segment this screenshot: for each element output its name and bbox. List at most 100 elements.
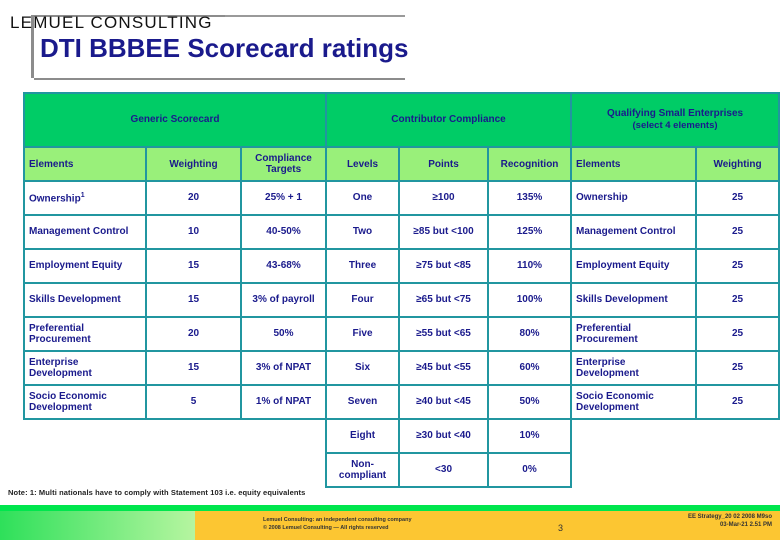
cell-qse-element: Skills Development	[570, 282, 698, 318]
footnote-text: Note: 1: Multi nationals have to comply …	[8, 488, 306, 497]
copyright-line-2: © 2008 Lemuel Consulting — All rights re…	[263, 525, 389, 531]
cell-recognition: 135%	[487, 180, 573, 216]
footnote-marker: 1	[80, 191, 85, 199]
cell-points: ≥75 but <85	[398, 248, 490, 284]
cell-level: Four	[325, 282, 401, 318]
cell-qse-element: Enterprise Development	[570, 350, 698, 386]
cell-weighting: 15	[145, 282, 242, 318]
cell-qse-element: Management Control	[570, 214, 698, 250]
cell-level: Five	[325, 316, 401, 352]
cell-points: ≥100	[398, 180, 490, 216]
cell-generic-element: Ownership1	[23, 180, 147, 216]
cell-weighting: 15	[145, 350, 242, 386]
cell-weighting: 15	[145, 248, 242, 284]
column-header-recognition: Recognition	[487, 146, 573, 182]
cell-spacer	[696, 419, 779, 453]
cell-compliance-target: 25% + 1	[239, 180, 328, 216]
cell-compliance-target: 43-68%	[239, 248, 328, 284]
cell-level: One	[325, 180, 401, 216]
cell-qse-weighting: 25	[695, 384, 780, 420]
group-header-contributor-compliance-label: Contributor Compliance	[391, 114, 506, 126]
cell-compliance-target: 3% of NPAT	[239, 350, 328, 386]
cell-recognition: 125%	[487, 214, 573, 250]
cell-qse-element: Preferential Procurement	[570, 316, 698, 352]
page-title: DTI BBBEE Scorecard ratings	[40, 33, 409, 63]
cell-level: Seven	[325, 384, 401, 420]
cell-generic-element: Preferential Procurement	[23, 316, 147, 352]
slide-number: 3	[558, 523, 564, 533]
cell-weighting: 5	[145, 384, 242, 420]
cell-generic-element: Employment Equity	[23, 248, 147, 284]
cell-qse-weighting: 25	[695, 214, 780, 250]
cell-weighting: 20	[145, 316, 242, 352]
table-row: Enterprise Development 15 3% of NPAT Six…	[23, 350, 780, 386]
cell-qse-weighting: 25	[695, 316, 780, 352]
cell-text: Ownership	[29, 192, 81, 204]
cell-spacer	[571, 419, 696, 453]
cell-generic-element: Management Control	[23, 214, 147, 250]
cell-level: Three	[325, 248, 401, 284]
cell-compliance-target: 40-50%	[239, 214, 328, 250]
cell-recognition: 0%	[487, 452, 573, 488]
column-header-levels: Levels	[325, 146, 401, 182]
cell-qse-element: Employment Equity	[570, 248, 698, 284]
group-header-contributor-compliance: Contributor Compliance	[325, 92, 573, 148]
column-header-row: Elements Weighting Compliance Targets Le…	[23, 146, 780, 182]
cell-qse-weighting: 25	[695, 350, 780, 386]
cell-compliance-target: 3% of payroll	[239, 282, 328, 318]
cell-qse-weighting: 25	[695, 248, 780, 284]
table-row-extra: Non-compliant <30 0%	[24, 452, 779, 488]
cell-recognition: 60%	[487, 350, 573, 386]
footer-logo-band	[0, 511, 195, 540]
column-header-generic-elements: Elements	[23, 146, 147, 182]
cell-spacer	[696, 453, 779, 487]
cell-spacer	[24, 419, 146, 453]
group-header-row: Generic Scorecard Contributor Compliance…	[22, 92, 780, 148]
cell-spacer	[146, 453, 241, 487]
cell-spacer	[241, 453, 326, 487]
cell-level: Six	[325, 350, 401, 386]
table-row: Preferential Procurement 20 50% Five ≥55…	[23, 316, 780, 352]
cell-qse-weighting: 25	[695, 180, 780, 216]
cell-level: Eight	[325, 418, 401, 454]
group-header-qualifying-small-enterprises: Qualifying Small Enterprises (select 4 e…	[570, 92, 780, 148]
table-row-extra: Eight ≥30 but <40 10%	[24, 418, 779, 454]
cell-compliance-target: 50%	[239, 316, 328, 352]
table-row: Socio Economic Development 5 1% of NPAT …	[23, 384, 780, 420]
cell-points: ≥30 but <40	[398, 418, 490, 454]
company-logo-text: LEMUEL CONSULTING	[10, 13, 213, 32]
cell-points: ≥45 but <55	[398, 350, 490, 386]
copyright-line-1: Lemuel Consulting: an independent consul…	[263, 517, 412, 523]
cell-recognition: 100%	[487, 282, 573, 318]
cell-generic-element: Enterprise Development	[23, 350, 147, 386]
column-header-compliance-targets: Compliance Targets	[239, 146, 328, 182]
cell-level: Two	[325, 214, 401, 250]
title-underline	[225, 15, 405, 17]
cell-recognition: 50%	[487, 384, 573, 420]
cell-generic-element: Skills Development	[23, 282, 147, 318]
cell-recognition: 80%	[487, 316, 573, 352]
cell-qse-element: Ownership	[570, 180, 698, 216]
cell-generic-element: Socio Economic Development	[23, 384, 147, 420]
cell-spacer	[241, 419, 326, 453]
cell-recognition: 110%	[487, 248, 573, 284]
cell-level: Non-compliant	[325, 452, 401, 488]
group-header-qse-label: Qualifying Small Enterprises	[606, 107, 744, 119]
cell-points: ≥40 but <45	[398, 384, 490, 420]
cell-spacer	[24, 453, 146, 487]
timestamp-meta: 03-Mar-21 2.51 PM	[719, 522, 772, 528]
cell-weighting: 10	[145, 214, 242, 250]
column-header-qse-weighting: Weighting	[695, 146, 780, 182]
cell-points: ≥85 but <100	[398, 214, 490, 250]
file-name-meta: EE Strategy_20 02 2008 M9so	[687, 514, 772, 520]
cell-points: ≥55 but <65	[398, 316, 490, 352]
cell-points: <30	[398, 452, 490, 488]
cell-qse-weighting: 25	[695, 282, 780, 318]
column-header-weighting: Weighting	[145, 146, 242, 182]
cell-recognition: 10%	[487, 418, 573, 454]
table-row: Skills Development 15 3% of payroll Four…	[23, 282, 780, 318]
group-header-generic-scorecard-label: Generic Scorecard	[130, 114, 220, 126]
column-header-qse-elements: Elements	[570, 146, 698, 182]
cell-weighting: 20	[145, 180, 242, 216]
group-header-generic-scorecard: Generic Scorecard	[22, 92, 328, 148]
